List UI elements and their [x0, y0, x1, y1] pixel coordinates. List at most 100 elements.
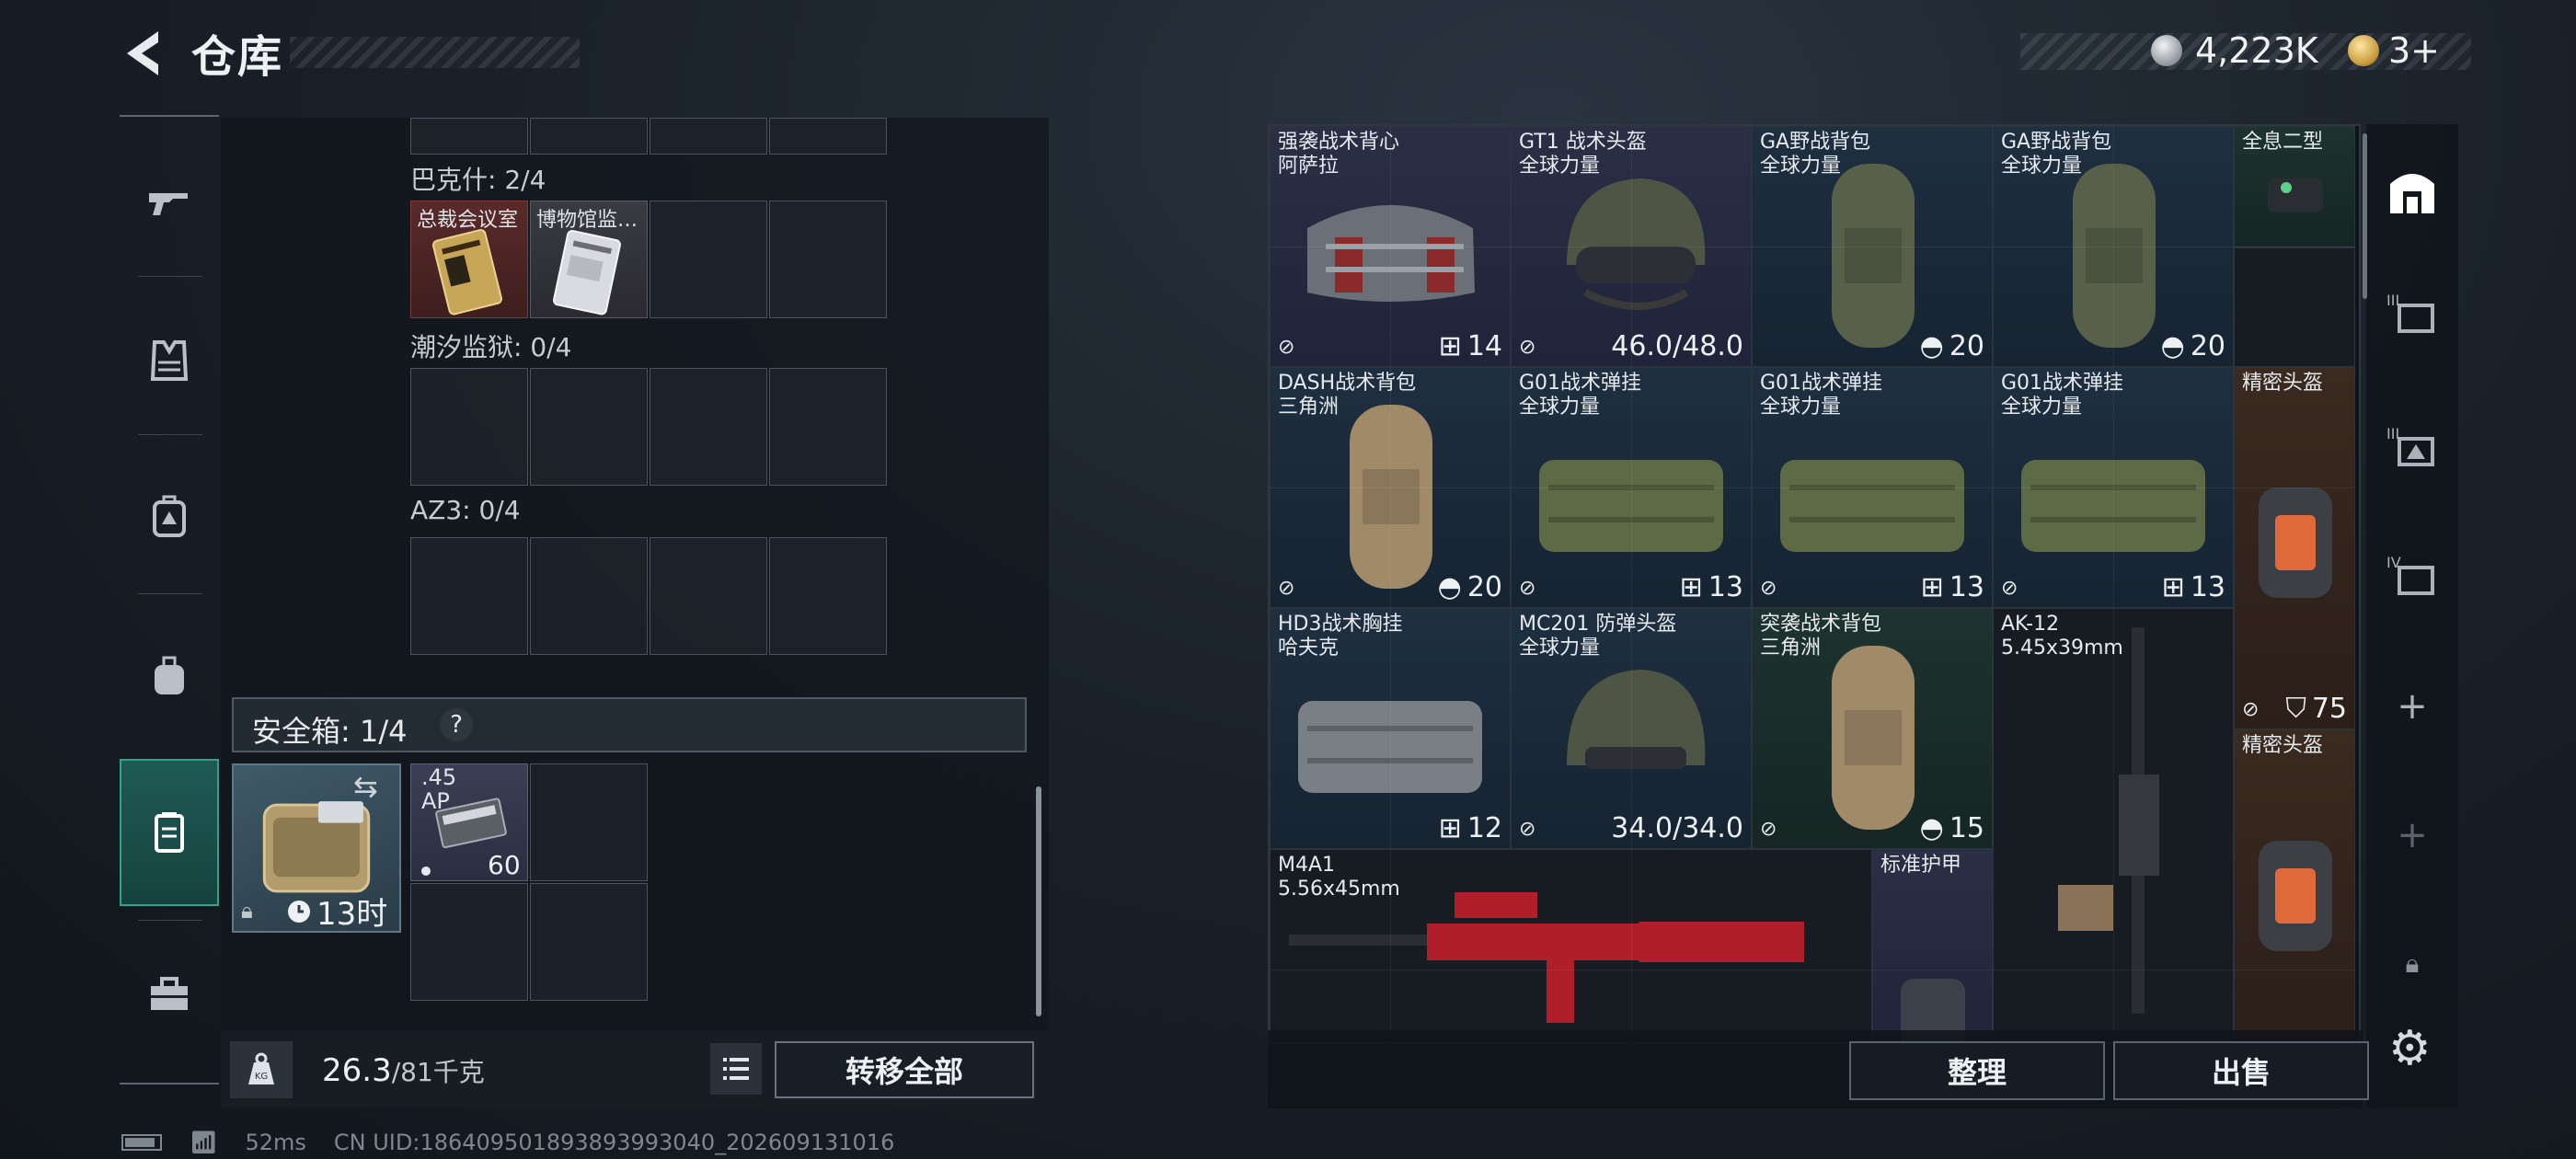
grid-cell[interactable] — [410, 883, 528, 1001]
help-icon[interactable]: ? — [440, 708, 473, 741]
lock-icon: 🔒︎ — [241, 898, 253, 924]
storage-empty[interactable] — [2234, 247, 2355, 367]
storage-item[interactable]: M4A1 5.56x45mm — [1270, 849, 1872, 1042]
no-insure-icon: ⊘ — [1278, 577, 1295, 600]
currency-gold[interactable]: 3+ — [2348, 28, 2440, 74]
locked-slot[interactable]: 🔒︎ — [2366, 918, 2458, 1010]
capacity-icon: ◓ — [1437, 571, 1462, 603]
item-name: M4A1 5.56x45mm — [1278, 854, 1400, 901]
grid-cell[interactable] — [530, 368, 648, 486]
swap-icon[interactable]: ⇆ — [353, 769, 378, 804]
grid-cell[interactable] — [769, 368, 887, 486]
list-view-button[interactable] — [710, 1043, 762, 1095]
item-name: AK-12 5.45x39mm — [2001, 613, 2123, 660]
safebox-label: 安全箱: 1/4 — [252, 714, 408, 749]
rail-vests[interactable] — [120, 287, 219, 434]
add-storage-button[interactable]: + — [2366, 660, 2458, 752]
shield-icon: ⛉ — [2285, 693, 2306, 725]
vest-slots-icon: ⊞ — [2161, 571, 2185, 603]
item-stat: ◓ 20 — [1437, 571, 1502, 603]
grid-cell[interactable] — [650, 118, 767, 155]
grid-cell[interactable] — [530, 537, 648, 655]
capacity-icon: ◓ — [2160, 330, 2185, 362]
grid-cell[interactable] — [769, 118, 887, 155]
storage-item[interactable]: 突袭战术背包 三角洲 ⊘ ◓ 15 — [1752, 608, 1993, 849]
rail-toolbox[interactable] — [120, 920, 219, 1067]
toolbox-icon — [151, 977, 188, 1010]
ammo-quantity: 60 — [488, 850, 521, 880]
item-doc-museum[interactable]: 博物馆监… — [530, 201, 648, 318]
add-storage-button-disabled[interactable]: + — [2366, 789, 2458, 881]
grid-cell[interactable] — [410, 368, 528, 486]
sell-button[interactable]: 出售 — [2113, 1041, 2369, 1100]
item-doc-boardroom[interactable]: 总裁会议室 — [410, 201, 528, 318]
item-name: GA野战背包 全球力量 — [2001, 131, 2112, 178]
rail-armored-backpacks[interactable] — [120, 443, 219, 591]
rail-weapons[interactable] — [120, 129, 219, 276]
backpack-armored-icon — [153, 495, 186, 537]
tab-storage-iv[interactable]: IV — [2366, 529, 2458, 621]
grid-cell[interactable] — [530, 118, 648, 155]
item-stat: ⊞ 13 — [2161, 571, 2225, 603]
keycard-gold-icon — [431, 229, 502, 316]
clock-icon — [288, 900, 310, 923]
no-insure-icon: ⊘ — [2001, 577, 2018, 600]
weight-icon: KG — [230, 1041, 293, 1098]
sort-button[interactable]: 整理 — [1849, 1041, 2105, 1100]
back-button[interactable] — [118, 26, 169, 81]
ammo-name: .45 AP — [421, 764, 457, 814]
item-stat: ⊞ 12 — [1438, 812, 1502, 844]
grid-cell[interactable] — [769, 201, 887, 318]
gun-icon — [149, 193, 188, 215]
tab-storage-iii-a[interactable]: III — [2366, 267, 2458, 359]
item-stat: ◓ 15 — [1919, 812, 1984, 844]
storage-item[interactable]: 全息二型 — [2234, 126, 2355, 247]
silver-coin-icon — [2151, 35, 2182, 66]
item-stat: ⊞ 13 — [1920, 571, 1984, 603]
tab-warehouse[interactable] — [2366, 145, 2458, 237]
wifi-icon: 📶︎ — [190, 1130, 218, 1155]
precision-helmet-icon — [2259, 841, 2332, 951]
container-grid-az3 — [410, 537, 889, 655]
rail-safe-case[interactable] — [120, 759, 219, 906]
grid-cell[interactable] — [650, 201, 767, 318]
back-arrow-icon — [127, 31, 158, 75]
container-scrollbar[interactable] — [1036, 786, 1041, 1016]
currency-coins[interactable]: 4,223K — [2151, 28, 2318, 74]
storage-item[interactable]: 精密头盔 — [2234, 729, 2355, 1042]
vest-icon — [150, 340, 189, 381]
container-label-tide-prison: 潮汐监狱: 0/4 — [410, 332, 572, 362]
grid-cell[interactable] — [410, 537, 528, 655]
tab-storage-iii-b[interactable]: III — [2366, 400, 2458, 492]
grid-cell[interactable] — [650, 537, 767, 655]
transfer-all-button[interactable]: 转移全部 — [775, 1041, 1034, 1098]
item-name: GT1 战术头盔 全球力量 — [1519, 131, 1647, 178]
gear-icon[interactable]: ⚙ — [2388, 1021, 2432, 1076]
list-icon — [723, 1058, 749, 1080]
weight-value: 26.3/81千克 — [322, 1052, 485, 1089]
item-stat: ⊞ 14 — [1438, 330, 1502, 362]
container-grid-tide-prison — [410, 368, 889, 486]
item-stat: ◓ 20 — [1919, 330, 1984, 362]
storage-tier-icon: III — [2386, 425, 2434, 466]
item-name: GA野战背包 全球力量 — [1760, 131, 1871, 178]
grid-cell[interactable] — [650, 368, 767, 486]
svg-text:KG: KG — [255, 1072, 268, 1082]
plus-icon: + — [2397, 685, 2428, 728]
vest-slots-icon: ⊞ — [1438, 330, 1462, 362]
safebox-count: 1/4 — [359, 714, 408, 749]
vest-slots-icon: ⊞ — [1679, 571, 1703, 603]
battery-icon — [121, 1134, 162, 1151]
safe-case-icon — [155, 812, 184, 853]
warehouse-icon — [2390, 174, 2434, 213]
grid-cell[interactable] — [410, 118, 528, 155]
plus-icon: + — [2397, 814, 2428, 856]
grid-cell[interactable] — [530, 883, 648, 1001]
grid-cell[interactable] — [530, 763, 648, 881]
storage-item[interactable]: 精密头盔 ⊘ ⛉ 75 — [2234, 367, 2355, 729]
precision-helmet-icon — [2259, 488, 2332, 598]
grid-cell[interactable] — [769, 537, 887, 655]
storage-tier-icon: IV — [2386, 554, 2434, 595]
storage-item[interactable]: 标准护甲 — [1872, 849, 1993, 1042]
rail-backpacks[interactable] — [120, 602, 219, 750]
